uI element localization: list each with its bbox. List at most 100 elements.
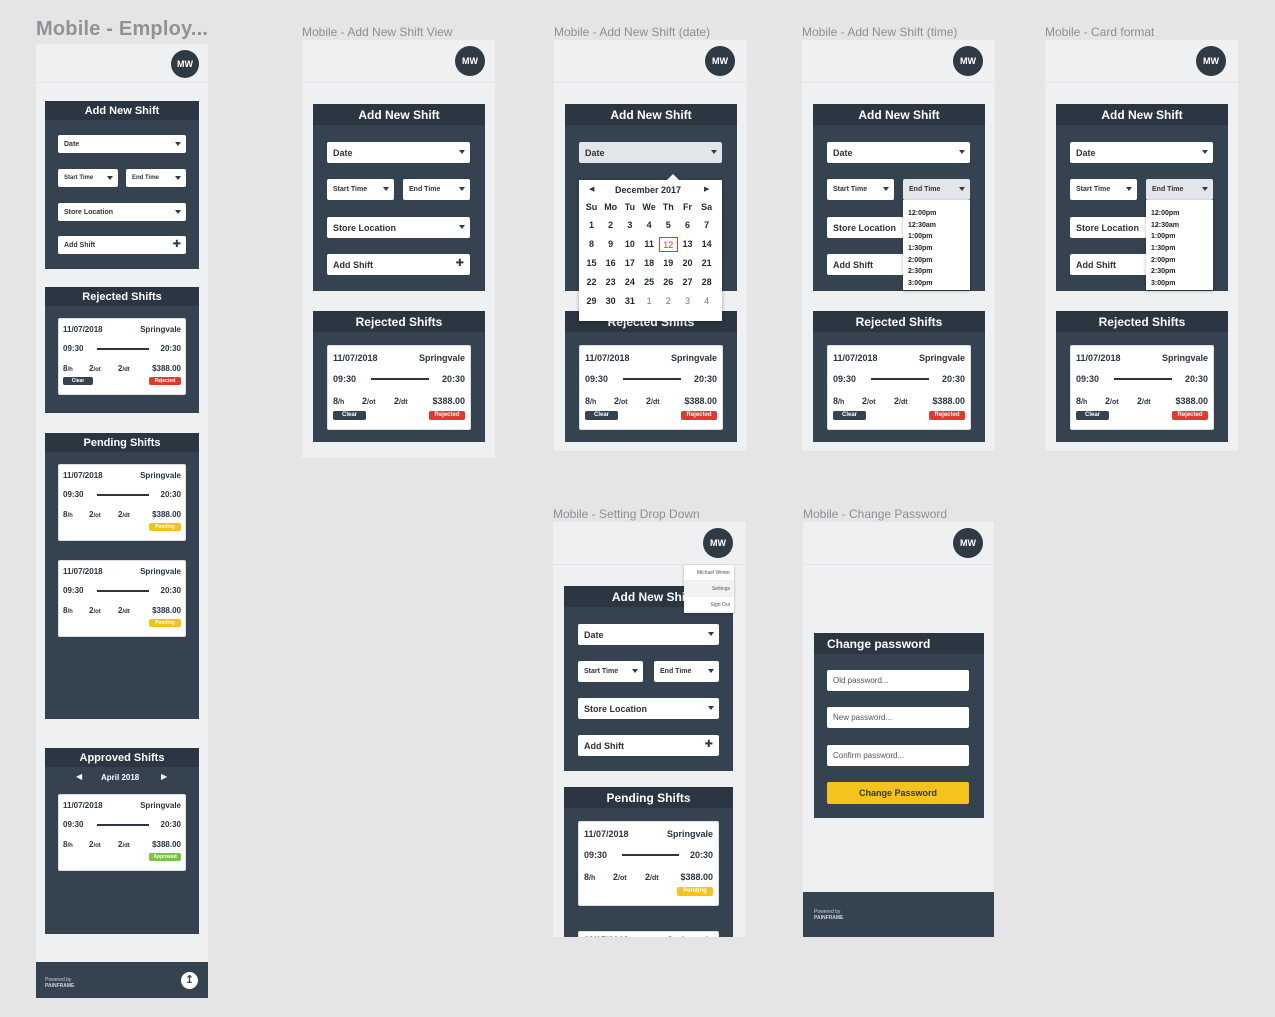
clear-button[interactable]: Clear (333, 411, 366, 420)
calendar-day[interactable]: 7 (697, 218, 716, 233)
start-time-select[interactable]: Start Time (1070, 179, 1137, 200)
end-time-select[interactable]: End Time (903, 179, 970, 200)
end-time-select[interactable]: End Time (1146, 179, 1213, 200)
calendar-day[interactable]: 31 (620, 294, 639, 309)
end-time-dropdown[interactable]: 12:00pm 12:30am 1:00pm 1:30pm 2:00pm 2:30pm 3:… (1146, 200, 1213, 290)
calendar-day[interactable]: 22 (582, 275, 601, 290)
prev-month-icon[interactable]: ◀ (76, 772, 82, 781)
new-password-field[interactable]: New password... (827, 707, 969, 728)
avatar-button[interactable]: MW (1196, 46, 1226, 76)
calendar-day[interactable]: 11 (640, 237, 659, 252)
calendar-day[interactable]: 5 (659, 218, 678, 233)
store-location-select[interactable]: Store Location (578, 698, 719, 719)
add-shift-button[interactable]: Add Shift ✚ (327, 254, 470, 275)
calendar-day[interactable]: 4 (640, 218, 659, 233)
calendar-day[interactable]: 25 (640, 275, 659, 290)
time-option[interactable]: 2:00pm (903, 255, 970, 267)
start-time-select[interactable]: Start Time (578, 661, 643, 682)
avatar-button[interactable]: MW (705, 46, 735, 76)
confirm-password-field[interactable]: Confirm password... (827, 745, 969, 766)
store-location-select[interactable]: Store Location (327, 217, 470, 238)
time-option[interactable]: 12:00pm (1146, 208, 1213, 220)
shift-card[interactable]: 11/07/2018 Springvale 09:30 20:30 8/h 2/… (58, 794, 186, 871)
time-option[interactable]: 3:00pm (903, 278, 970, 290)
calendar-day[interactable]: 1 (582, 218, 601, 233)
calendar-day[interactable]: 24 (620, 275, 639, 290)
calendar-day[interactable]: 27 (678, 275, 697, 290)
start-time-select[interactable]: Start Time (58, 169, 118, 187)
calendar-day[interactable]: 2 (601, 218, 620, 233)
start-time-select[interactable]: Start Time (327, 179, 394, 200)
time-option[interactable]: 2:00pm (1146, 255, 1213, 267)
date-select[interactable]: Date (579, 142, 722, 163)
menu-item-sign-out[interactable]: Sign Out (684, 597, 734, 613)
time-option[interactable]: 1:00pm (1146, 231, 1213, 243)
end-time-dropdown[interactable]: 12:00pm 12:30am 1:00pm 1:30pm 2:00pm 2:30pm 3:… (903, 200, 970, 290)
avatar-button[interactable]: MW (455, 46, 485, 76)
shift-card[interactable]: 11/07/2018 Springvale 09:30 20:30 8/h 2/… (327, 345, 471, 430)
store-location-select[interactable]: Store Location (58, 203, 186, 221)
calendar-day[interactable]: 1 (640, 294, 659, 309)
date-select[interactable]: Date (58, 135, 186, 153)
add-shift-button[interactable]: Add Shift ✚ (578, 735, 719, 756)
shift-card[interactable]: 11/07/2018 Springvale 09:30 20:30 8/h 2/… (58, 318, 186, 395)
time-option[interactable]: 1:30pm (903, 243, 970, 255)
calendar-day[interactable]: 28 (697, 275, 716, 290)
end-time-select[interactable]: End Time (126, 169, 186, 187)
next-month-icon[interactable]: ▶ (161, 772, 167, 781)
avatar-button[interactable]: MW (953, 46, 983, 76)
calendar-day[interactable]: 23 (601, 275, 620, 290)
calendar-day[interactable]: 13 (678, 237, 697, 252)
calendar-day[interactable]: 17 (620, 256, 639, 271)
time-option[interactable]: 12:30am (1146, 220, 1213, 232)
shift-card[interactable]: 11/07/2018 Springvale 09:30 20:30 8/h 2/… (1070, 345, 1214, 430)
calendar-day[interactable]: 6 (678, 218, 697, 233)
next-month-icon[interactable]: ▶ (704, 185, 709, 193)
start-time-select[interactable]: Start Time (827, 179, 894, 200)
calendar-day[interactable]: 8 (582, 237, 601, 252)
end-time-select[interactable]: End Time (654, 661, 719, 682)
change-password-button[interactable]: Change Password (827, 782, 969, 804)
shift-card[interactable]: 11/07/2018 Springvale 09:30 20:30 8/h 2/… (58, 560, 186, 637)
old-password-field[interactable]: Old password... (827, 670, 969, 691)
shift-card[interactable]: 11/07/2018 Springvale 09:30 20:30 8/h 2/… (58, 464, 186, 541)
calendar-day[interactable]: 4 (697, 294, 716, 309)
calendar-day[interactable]: 30 (601, 294, 620, 309)
calendar-day[interactable]: 2 (659, 294, 678, 309)
calendar-day[interactable]: 26 (659, 275, 678, 290)
shift-card[interactable]: 11/07/2018 Springvale 09:30 20:30 8/h 2/… (578, 821, 719, 906)
clear-button[interactable]: Clear (63, 377, 93, 385)
date-select[interactable]: Date (827, 142, 970, 163)
date-select[interactable]: Date (327, 142, 470, 163)
prev-month-icon[interactable]: ◀ (589, 185, 594, 193)
avatar-button[interactable]: MW (171, 50, 199, 78)
calendar-day[interactable]: 9 (601, 237, 620, 252)
calendar-day[interactable]: 19 (659, 256, 678, 271)
calendar-day[interactable]: 3 (678, 294, 697, 309)
end-time-select[interactable]: End Time (403, 179, 470, 200)
clear-button[interactable]: Clear (833, 411, 866, 420)
scroll-top-icon[interactable]: ↥ (181, 972, 198, 989)
shift-card[interactable]: 11/07/2018 Springvale 09:30 20:30 8/h 2/… (579, 345, 723, 430)
calendar-day[interactable]: 20 (678, 256, 697, 271)
shift-card[interactable]: 11/07/2018 Springvale 09:30 20:30 8/h 2/… (827, 345, 971, 430)
date-select[interactable]: Date (1070, 142, 1213, 163)
calendar-day[interactable]: 15 (582, 256, 601, 271)
date-picker[interactable]: ◀ December 2017 ▶ Su Mo Tu We Th Fr Sa 1 2 3 4 5 6 7 8… (579, 180, 722, 321)
time-option[interactable]: 1:00pm (903, 231, 970, 243)
calendar-day[interactable]: 14 (697, 237, 716, 252)
time-option[interactable]: 12:00pm (903, 208, 970, 220)
time-option[interactable]: 2:30pm (1146, 266, 1213, 278)
calendar-day[interactable]: 10 (620, 237, 639, 252)
shift-card[interactable]: 11/07/2018 Springvale (578, 931, 719, 937)
clear-button[interactable]: Clear (1076, 411, 1109, 420)
calendar-day[interactable]: 21 (697, 256, 716, 271)
avatar-button[interactable]: MW (953, 528, 983, 558)
menu-item-settings[interactable]: Settings (684, 581, 734, 597)
time-option[interactable]: 3:00pm (1146, 278, 1213, 290)
calendar-day[interactable]: 16 (601, 256, 620, 271)
calendar-day[interactable]: 12 (658, 237, 678, 252)
calendar-day[interactable]: 18 (640, 256, 659, 271)
time-option[interactable]: 2:30pm (903, 266, 970, 278)
time-option[interactable]: 12:30am (903, 220, 970, 232)
